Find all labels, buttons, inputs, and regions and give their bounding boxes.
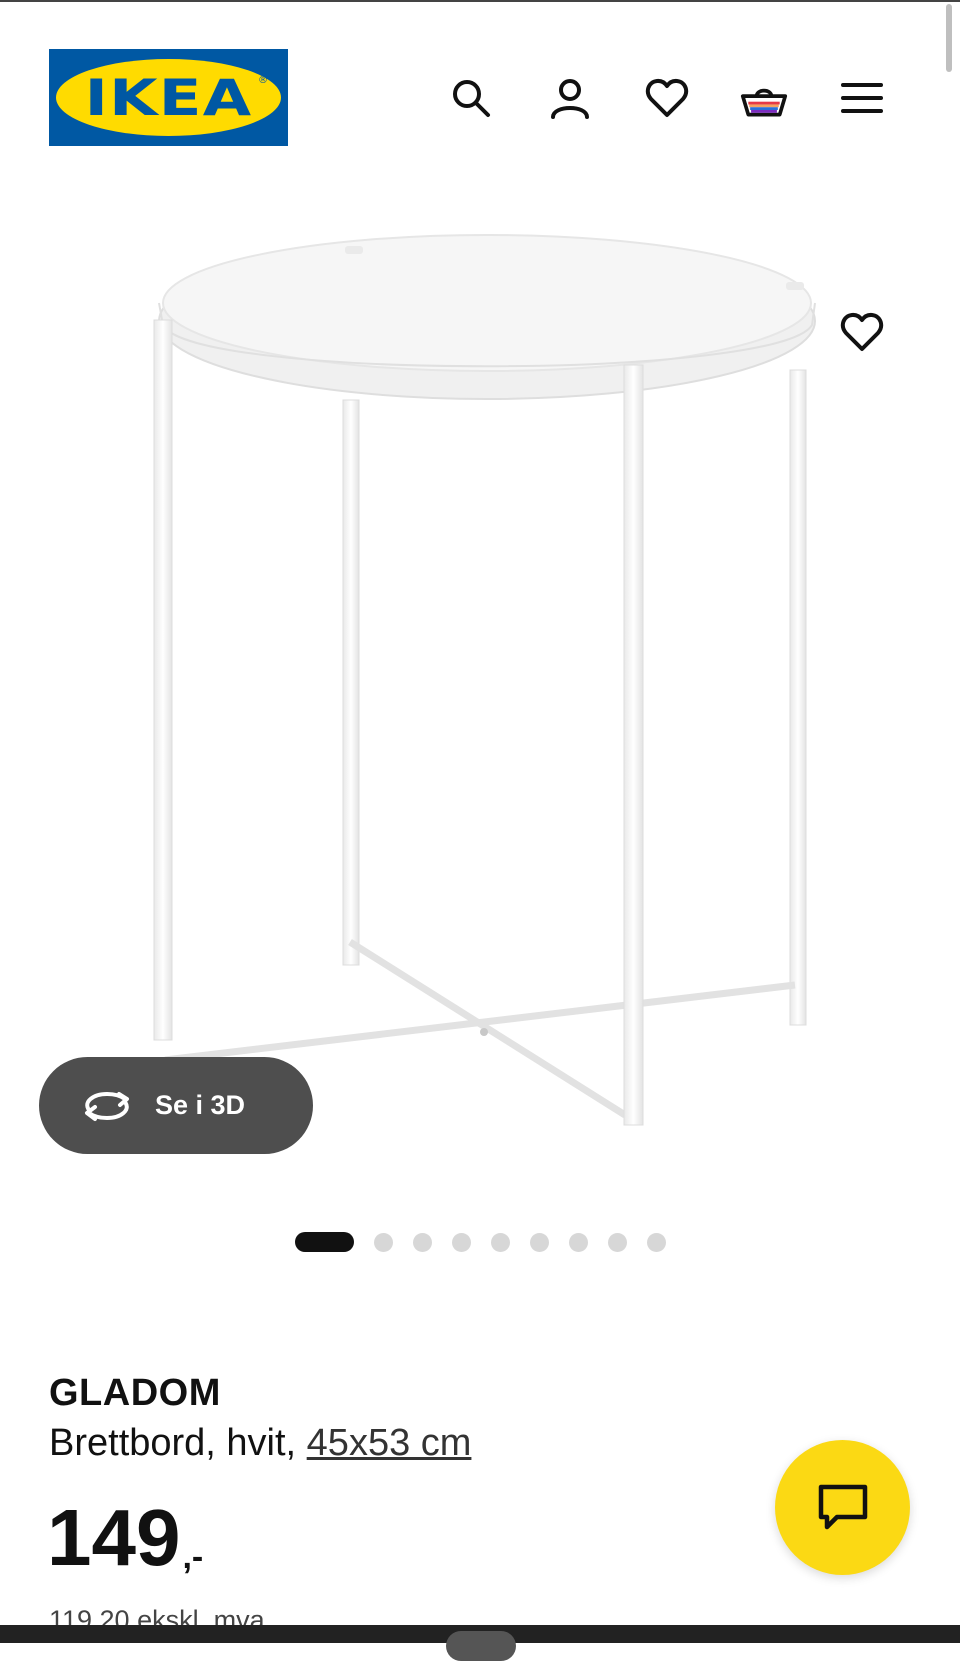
product-description: Brettbord, hvit, 45x53 cm [49, 1422, 471, 1465]
top-border [0, 0, 960, 2]
search-icon[interactable] [447, 74, 495, 122]
product-type-color: Brettbord, hvit, [49, 1422, 307, 1464]
product-dimensions-link[interactable]: 45x53 cm [307, 1422, 472, 1464]
product-name: GLADOM [49, 1372, 221, 1414]
rotate-3d-icon [85, 1091, 129, 1121]
view-in-3d-label: Se i 3D [155, 1090, 246, 1120]
add-to-favourites-button[interactable] [838, 308, 886, 356]
price-integer: 149 [47, 1493, 181, 1582]
view-in-3d-button[interactable]: Se i 3D [39, 1057, 313, 1154]
carousel-dot[interactable] [647, 1232, 666, 1252]
carousel-dot[interactable] [569, 1232, 588, 1252]
product-price: 149 ,- [47, 1498, 203, 1578]
logo-text: IKEA [84, 68, 253, 127]
carousel-dot-active[interactable] [295, 1232, 354, 1252]
account-icon[interactable] [546, 74, 594, 122]
menu-icon[interactable] [838, 74, 886, 122]
carousel-dot[interactable] [374, 1232, 393, 1252]
scrollbar[interactable] [946, 4, 952, 72]
carousel-dot[interactable] [608, 1232, 627, 1252]
logo-registered-mark: ® [258, 75, 268, 86]
carousel-dot[interactable] [452, 1232, 471, 1252]
browser-bottom-bar [0, 1625, 960, 1661]
chat-button[interactable] [775, 1440, 910, 1575]
carousel-pagination [295, 1231, 686, 1253]
carousel-dot[interactable] [413, 1232, 432, 1252]
carousel-dot[interactable] [491, 1232, 510, 1252]
ikea-logo[interactable]: IKEA ® [49, 49, 288, 146]
carousel-dot[interactable] [530, 1232, 549, 1252]
chat-icon [818, 1484, 867, 1529]
product-image[interactable] [0, 190, 960, 1190]
price-suffix: ,- [182, 1538, 204, 1576]
bottom-handle[interactable] [446, 1631, 516, 1661]
cart-icon[interactable] [740, 74, 788, 122]
heart-icon[interactable] [643, 74, 691, 122]
